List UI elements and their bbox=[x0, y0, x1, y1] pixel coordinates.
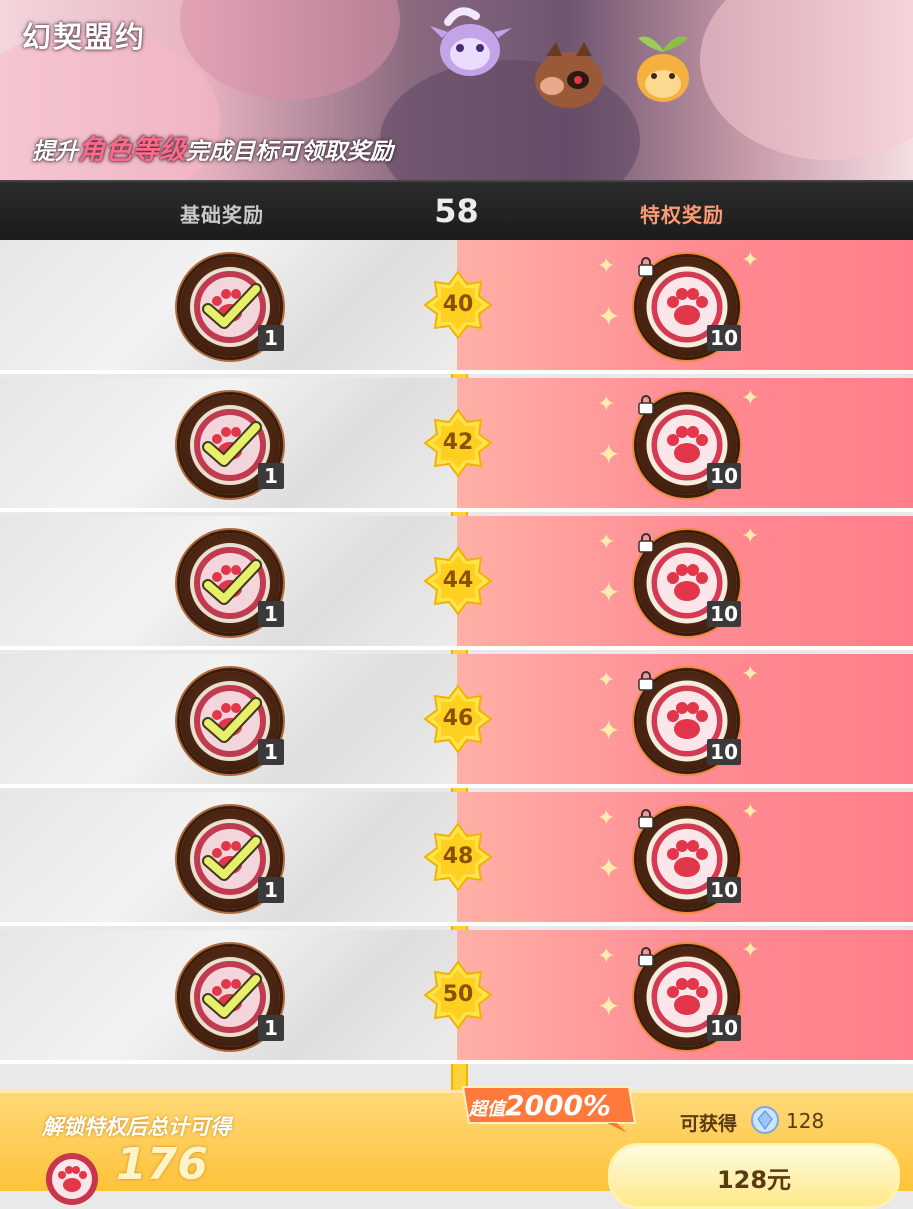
promo-value: 2000% bbox=[505, 1089, 611, 1122]
basic-reward-item[interactable]: 1 bbox=[180, 947, 284, 1047]
unlock-total-value: 176 bbox=[116, 1139, 208, 1190]
sparkle-icon: ✦ bbox=[741, 386, 760, 411]
banner: 幻契盟约 提升角色等级完成目标可领取奖励 bbox=[0, 0, 913, 180]
premium-reward-item[interactable]: 10 bbox=[637, 947, 741, 1047]
reward-rows[interactable]: ✦ ✦ ✦ 1 10 40 ✦ ✦ ✦ 1 10 42 ✦ ✦ ✦ 1 10 44 ✦ ✦ ✦ 1 10 46 ✦ ✦ ✦ 1 10 48… bbox=[0, 240, 913, 1100]
premium-reward-qty: 10 bbox=[707, 1015, 741, 1041]
level-marker: 48 bbox=[423, 822, 493, 892]
basic-reward-item[interactable]: 1 bbox=[180, 533, 284, 633]
basic-reward-qty: 1 bbox=[258, 601, 284, 627]
basic-reward-qty: 1 bbox=[258, 463, 284, 489]
sparkle-icon: ✦ bbox=[597, 806, 616, 831]
sparkle-icon: ✦ bbox=[597, 530, 616, 555]
premium-reward-label: 特权奖励 bbox=[640, 203, 724, 227]
reward-row: ✦ ✦ ✦ 1 10 48 bbox=[0, 792, 913, 926]
reward-track-header: 基础奖励 58 特权奖励 bbox=[0, 180, 913, 242]
sparkle-icon: ✦ bbox=[597, 714, 621, 747]
level-marker: 50 bbox=[423, 960, 493, 1030]
row-divider bbox=[0, 646, 913, 650]
premium-reward-item[interactable]: 10 bbox=[637, 257, 741, 357]
premium-reward-qty: 10 bbox=[707, 325, 741, 351]
basic-reward-qty: 1 bbox=[258, 325, 284, 351]
reward-row: ✦ ✦ ✦ 1 10 44 bbox=[0, 516, 913, 650]
sparkle-icon: ✦ bbox=[597, 254, 616, 279]
buy-button[interactable]: 128元 bbox=[608, 1143, 900, 1209]
pet-boar-icon bbox=[535, 42, 603, 108]
sparkle-icon: ✦ bbox=[597, 392, 616, 417]
row-divider bbox=[0, 370, 913, 374]
promo-text: 超值2000% bbox=[469, 1089, 611, 1122]
sparkle-icon: ✦ bbox=[597, 300, 621, 333]
sparkle-icon: ✦ bbox=[597, 438, 621, 471]
premium-reward-qty: 10 bbox=[707, 739, 741, 765]
reward-row: ✦ ✦ ✦ 1 10 50 bbox=[0, 930, 913, 1064]
basic-reward-qty: 1 bbox=[258, 877, 284, 903]
sparkle-icon: ✦ bbox=[597, 576, 621, 609]
subtitle-highlight: 角色等级 bbox=[78, 135, 186, 166]
lock-icon bbox=[638, 947, 654, 967]
sparkle-icon: ✦ bbox=[597, 852, 621, 885]
gem-amount: 128 bbox=[786, 1109, 825, 1133]
gem-icon bbox=[751, 1106, 779, 1134]
level-marker-label: 40 bbox=[442, 292, 474, 317]
basic-reward-qty: 1 bbox=[258, 1015, 284, 1041]
basic-reward-qty: 1 bbox=[258, 739, 284, 765]
pet-sprout-icon bbox=[637, 36, 689, 102]
sparkle-icon: ✦ bbox=[741, 938, 760, 963]
sparkle-icon: ✦ bbox=[597, 944, 616, 969]
reward-row: ✦ ✦ ✦ 1 10 40 bbox=[0, 240, 913, 374]
page-title: 幻契盟约 bbox=[22, 20, 147, 54]
sparkle-icon: ✦ bbox=[741, 524, 760, 549]
level-marker: 40 bbox=[423, 270, 493, 340]
current-level: 58 bbox=[434, 192, 479, 230]
lock-icon bbox=[638, 533, 654, 553]
pet-unicorn-icon bbox=[430, 7, 512, 76]
basic-reward-item[interactable]: 1 bbox=[180, 257, 284, 357]
basic-reward-item[interactable]: 1 bbox=[180, 395, 284, 495]
premium-reward-item[interactable]: 10 bbox=[637, 809, 741, 909]
row-divider bbox=[0, 922, 913, 926]
premium-reward-qty: 10 bbox=[707, 601, 741, 627]
level-marker-label: 48 bbox=[442, 844, 474, 869]
row-divider bbox=[0, 1060, 913, 1064]
level-marker-label: 46 bbox=[442, 706, 474, 731]
sparkle-icon: ✦ bbox=[741, 248, 760, 273]
lock-icon bbox=[638, 395, 654, 415]
row-divider bbox=[0, 508, 913, 512]
can-get-label: 可获得 bbox=[680, 1113, 738, 1135]
sparkle-icon: ✦ bbox=[597, 990, 621, 1023]
premium-reward-item[interactable]: 10 bbox=[637, 395, 741, 495]
lock-icon bbox=[638, 809, 654, 829]
reward-row: ✦ ✦ ✦ 1 10 42 bbox=[0, 378, 913, 512]
unlock-total-label: 解锁特权后总计可得 bbox=[42, 1115, 231, 1139]
sparkle-icon: ✦ bbox=[741, 662, 760, 687]
level-marker-label: 42 bbox=[442, 430, 474, 455]
basic-reward-item[interactable]: 1 bbox=[180, 671, 284, 771]
subtitle-pre: 提升 bbox=[32, 139, 78, 165]
level-marker: 46 bbox=[423, 684, 493, 754]
premium-reward-item[interactable]: 10 bbox=[637, 533, 741, 633]
reward-row: ✦ ✦ ✦ 1 10 46 bbox=[0, 654, 913, 788]
level-marker: 42 bbox=[423, 408, 493, 478]
subtitle-post: 完成目标可领取奖励 bbox=[186, 139, 393, 165]
row-divider bbox=[0, 784, 913, 788]
sparkle-icon: ✦ bbox=[741, 800, 760, 825]
level-marker-label: 44 bbox=[442, 568, 474, 593]
banner-subtitle: 提升角色等级完成目标可领取奖励 bbox=[32, 128, 393, 167]
level-marker-label: 50 bbox=[442, 982, 474, 1007]
level-marker: 44 bbox=[423, 546, 493, 616]
buy-button-label: 128元 bbox=[716, 1166, 792, 1194]
premium-reward-item[interactable]: 10 bbox=[637, 671, 741, 771]
paw-charm-icon bbox=[46, 1153, 98, 1205]
sparkle-icon: ✦ bbox=[597, 668, 616, 693]
lock-icon bbox=[638, 257, 654, 277]
basic-reward-item[interactable]: 1 bbox=[180, 809, 284, 909]
promo-prefix: 超值 bbox=[469, 1099, 505, 1120]
promo-badge: 超值2000% bbox=[457, 1083, 637, 1133]
premium-reward-qty: 10 bbox=[707, 877, 741, 903]
premium-reward-qty: 10 bbox=[707, 463, 741, 489]
lock-icon bbox=[638, 671, 654, 691]
